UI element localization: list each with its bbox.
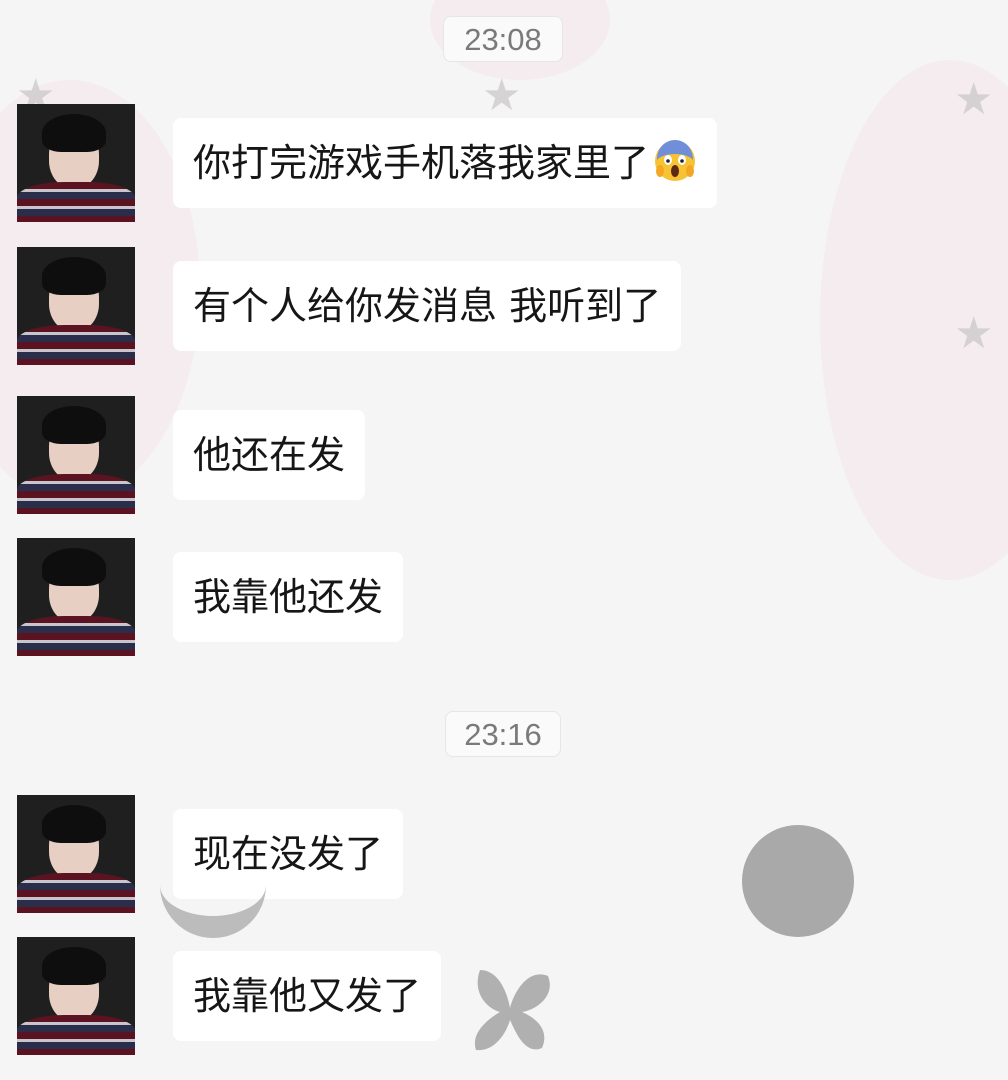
message-bubble[interactable]: 有个人给你发消息 我听到了 bbox=[173, 261, 682, 351]
message-row: 他还在发 bbox=[17, 396, 777, 516]
message-text: 有个人给你发消息 我听到了 bbox=[193, 284, 662, 328]
message-text: 你打完游戏手机落我家里了 bbox=[193, 141, 650, 185]
star-icon: ★ bbox=[954, 74, 994, 125]
avatar[interactable] bbox=[17, 104, 135, 222]
decorative-circle bbox=[742, 825, 854, 937]
message-bubble[interactable]: 我靠他又发了 bbox=[173, 951, 442, 1041]
message-bubble[interactable]: 他还在发 bbox=[173, 410, 366, 500]
message-bubble[interactable]: 我靠他还发 bbox=[173, 552, 404, 642]
star-icon: ★ bbox=[954, 308, 994, 359]
message-bubble[interactable]: 你打完游戏手机落我家里了 bbox=[173, 118, 718, 208]
message-row: 你打完游戏手机落我家里了 bbox=[17, 104, 777, 224]
message-row: 我靠他还发 bbox=[17, 538, 777, 658]
timestamp: 23:08 bbox=[443, 16, 563, 62]
avatar[interactable] bbox=[17, 247, 135, 365]
message-row: 现在没发了 bbox=[17, 795, 777, 915]
decorative-bow-icon bbox=[470, 966, 554, 1060]
message-text: 我靠他又发了 bbox=[193, 974, 422, 1018]
timestamp: 23:16 bbox=[445, 711, 561, 757]
avatar[interactable] bbox=[17, 795, 135, 913]
message-text: 他还在发 bbox=[193, 433, 346, 477]
avatar[interactable] bbox=[17, 538, 135, 656]
face-screaming-in-fear-icon bbox=[653, 124, 697, 181]
message-text: 我靠他还发 bbox=[193, 575, 384, 619]
message-row: 我靠他又发了 bbox=[17, 937, 777, 1057]
message-row: 有个人给你发消息 我听到了 bbox=[17, 247, 777, 367]
avatar[interactable] bbox=[17, 396, 135, 514]
avatar[interactable] bbox=[17, 937, 135, 1055]
